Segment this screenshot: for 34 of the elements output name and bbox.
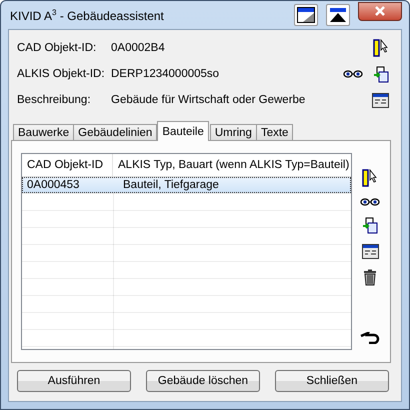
close-icon[interactable] [374,6,386,16]
tab[interactable]: Bauteile [157,121,209,141]
field-value: DERP1234000005so [111,68,220,80]
column-header[interactable]: ALKIS Typ, Bauart (wenn ALKIS Typ=Bauteil) [113,154,351,176]
form-icon[interactable] [362,244,378,259]
copy-icon[interactable] [362,217,378,234]
table-cell-text: Bauteil, Tiefgarage [122,179,220,191]
glasses-icon[interactable] [360,197,380,207]
field-label: ALKIS Objekt-ID: [17,68,106,80]
action-button[interactable]: Gebäude löschen [146,370,260,392]
tab[interactable]: Texte [256,124,294,141]
field-value: 0A0002B4 [111,42,166,54]
cursor-icon[interactable] [362,169,378,187]
tab[interactable]: Umring [210,124,257,141]
form-icon[interactable] [372,92,389,108]
field-value: Gebäude für Wirtschaft oder Gewerbe [111,94,306,106]
cursor-icon[interactable] [373,39,389,57]
roll-up-icon[interactable] [326,4,350,26]
undo-icon[interactable] [360,332,380,344]
copy-icon[interactable] [373,66,389,82]
column-header[interactable]: CAD Objekt-ID [22,154,113,176]
window-title: KIVID A$^{3}$ - Gebäudeassistent [9,8,165,22]
field-label: Beschreibung: [17,94,92,106]
table-cell-text: 0A000453 [26,179,80,191]
action-button[interactable]: Schließen [275,370,389,392]
table-row[interactable]: 0A000453 Bauteil, Tiefgarage [22,177,351,193]
tab[interactable]: Bauwerke [13,124,74,141]
close-button[interactable] [358,2,402,20]
trash-icon[interactable] [363,269,377,286]
field-label: CAD Objekt-ID: [17,42,98,54]
tab[interactable]: Gebäudelinien [73,124,158,141]
glasses-icon[interactable] [343,69,363,79]
window-size-icon[interactable] [294,4,318,26]
action-button[interactable]: Ausführen [17,370,131,392]
